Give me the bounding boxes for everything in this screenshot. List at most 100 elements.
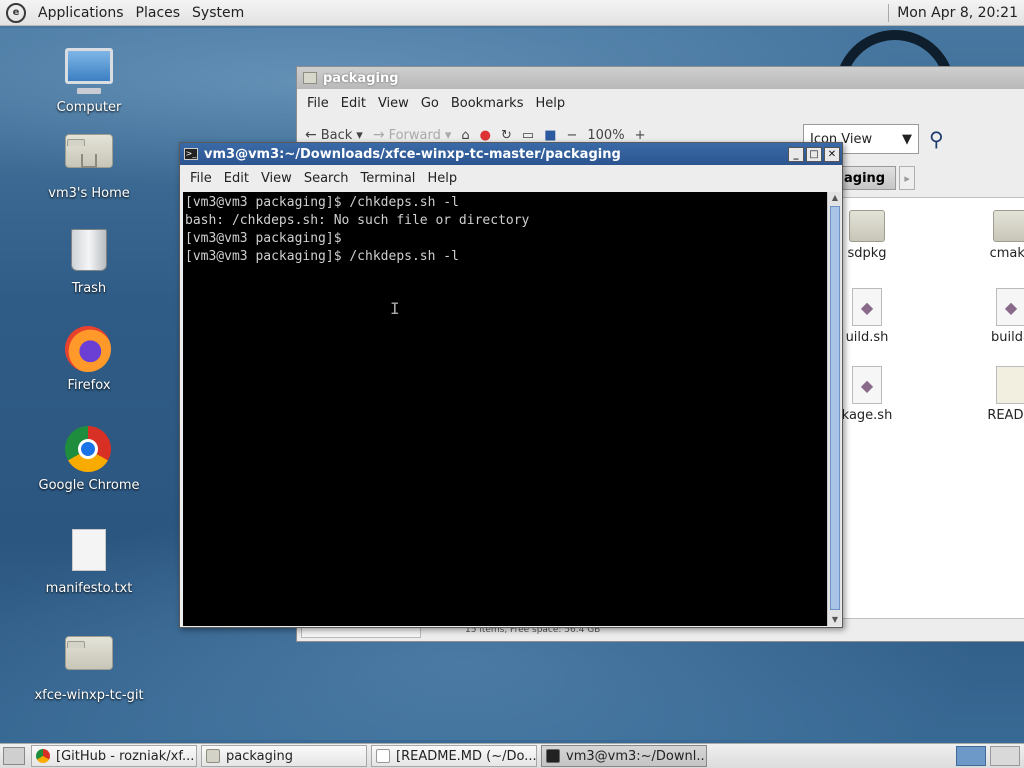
menu-file[interactable]: File (301, 96, 335, 111)
terminal-icon (546, 749, 560, 763)
folder-icon (65, 636, 113, 684)
zoom-out-button[interactable]: − (566, 128, 577, 143)
terminal-menubar: File Edit View Search Terminal Help (180, 165, 842, 191)
reload-button[interactable]: ↻ (501, 128, 512, 143)
desktop-icon-trash[interactable]: Trash (24, 226, 154, 296)
menu-go[interactable]: Go (415, 96, 445, 111)
terminal-titlebar[interactable]: >_ vm3@vm3:~/Downloads/xfce-winxp-tc-mas… (180, 143, 842, 165)
desktop-icon-label: Trash (71, 281, 107, 296)
maximize-button[interactable]: □ (806, 146, 822, 162)
home-folder-icon (65, 134, 113, 182)
menu-places[interactable]: Places (130, 5, 187, 21)
file-manager-menubar: File Edit View Go Bookmarks Help (297, 89, 1024, 117)
window-title: packaging (323, 70, 399, 86)
menu-applications[interactable]: Applications (32, 5, 130, 21)
desktop-icon-label: xfce-winxp-tc-git (34, 688, 144, 703)
folder-button[interactable]: ▭ (522, 128, 534, 143)
desktop-icon-chrome[interactable]: Google Chrome (24, 426, 154, 493)
desktop-icon-label: Google Chrome (38, 478, 140, 493)
menu-view[interactable]: View (255, 171, 298, 186)
taskbar-item-packaging[interactable]: packaging (201, 745, 367, 767)
taskbar-item-readme[interactable]: [README.MD (~/Do... (371, 745, 537, 767)
bottom-panel: [GitHub - rozniak/xf... packaging [READM… (0, 743, 1024, 768)
panel-separator (888, 3, 890, 22)
menu-help[interactable]: Help (421, 171, 463, 186)
text-editor-icon (376, 749, 390, 763)
scroll-up-icon[interactable]: ▲ (828, 192, 842, 204)
menu-view[interactable]: View (372, 96, 415, 111)
stop-icon: ● (479, 127, 491, 143)
back-button[interactable]: ← Back ▾ (305, 127, 363, 143)
top-panel: e Applications Places System Mon Apr 8, … (0, 0, 1024, 26)
script-file-icon: ◆ (852, 366, 882, 404)
menu-terminal[interactable]: Terminal (354, 171, 421, 186)
folder-icon (993, 210, 1024, 242)
show-desktop-button[interactable] (3, 747, 25, 765)
terminal-scrollbar[interactable]: ▲ ▼ (827, 192, 841, 626)
workspace-2[interactable] (990, 746, 1020, 766)
script-file-icon: ◆ (852, 288, 882, 326)
forward-button[interactable]: → Forward ▾ (373, 127, 452, 143)
workspace-1[interactable] (956, 746, 986, 766)
chevron-down-icon[interactable]: ▾ (356, 128, 363, 143)
text-file-icon (65, 529, 113, 577)
menu-edit[interactable]: Edit (218, 171, 255, 186)
clock[interactable]: Mon Apr 8, 20:21 (897, 5, 1018, 21)
scroll-down-icon[interactable]: ▼ (828, 614, 842, 626)
file-item[interactable]: cmake (956, 210, 1024, 261)
home-icon: ⌂ (461, 127, 470, 143)
menu-help[interactable]: Help (529, 96, 571, 111)
close-button[interactable]: ✕ (824, 146, 840, 162)
minimize-button[interactable]: _ (788, 146, 804, 162)
folder-icon (849, 210, 885, 242)
terminal-window[interactable]: >_ vm3@vm3:~/Downloads/xfce-winxp-tc-mas… (179, 142, 843, 628)
chrome-icon (36, 749, 50, 763)
distro-logo-icon[interactable]: e (6, 2, 26, 23)
scrollbar-thumb[interactable] (830, 206, 840, 610)
desktop-icon-firefox[interactable]: Firefox (24, 326, 154, 393)
file-item[interactable]: ◆ builda (956, 288, 1024, 345)
desktop-icon-label: Firefox (67, 378, 111, 393)
desktop-icon-computer[interactable]: Computer (24, 44, 154, 115)
zoom-in-icon: + (634, 127, 646, 143)
taskbar-item-terminal[interactable]: vm3@vm3:~/Downl... (541, 745, 707, 767)
arrow-right-icon: → (372, 127, 385, 143)
chevron-down-icon[interactable]: ▾ (445, 128, 452, 143)
script-file-icon: ◆ (996, 288, 1024, 326)
taskbar-item-chrome[interactable]: [GitHub - rozniak/xf... (31, 745, 197, 767)
menu-file[interactable]: File (184, 171, 218, 186)
path-bar: aging ▸ (833, 165, 916, 191)
computer-button[interactable]: ■ (544, 128, 556, 143)
trash-icon (65, 229, 113, 277)
zoom-out-icon: − (566, 127, 578, 143)
menu-edit[interactable]: Edit (335, 96, 372, 111)
computer-icon: ■ (544, 127, 557, 143)
menu-bookmarks[interactable]: Bookmarks (445, 96, 530, 111)
terminal-line: [vm3@vm3 packaging]$ (185, 231, 342, 246)
menu-system[interactable]: System (186, 5, 250, 21)
terminal-output[interactable]: [vm3@vm3 packaging]$ /chkdeps.sh -l bash… (183, 192, 827, 626)
zoom-in-button[interactable]: + (635, 128, 646, 143)
search-icon[interactable]: ⚲ (929, 127, 953, 151)
menu-search[interactable]: Search (298, 171, 355, 186)
terminal-icon: >_ (184, 148, 198, 160)
terminal-line: bash: /chkdeps.sh: No such file or direc… (185, 213, 530, 228)
arrow-left-icon: ← (305, 127, 317, 143)
firefox-icon (65, 326, 113, 374)
desktop-icon-label: manifesto.txt (45, 581, 133, 596)
home-button[interactable]: ⌂ (461, 128, 469, 143)
zoom-level: 100% (587, 127, 625, 143)
chevron-right-icon[interactable]: ▸ (899, 166, 916, 190)
desktop-icon-home[interactable]: vm3's Home (24, 124, 154, 201)
stop-button[interactable]: ● (480, 128, 491, 143)
reload-icon: ↻ (500, 127, 512, 143)
chevron-down-icon: ▼ (902, 131, 912, 147)
file-manager-titlebar[interactable]: packaging (297, 67, 1024, 89)
desktop-icon-manifesto[interactable]: manifesto.txt (24, 526, 154, 596)
desktop-icon-xfce-folder[interactable]: xfce-winxp-tc-git (24, 626, 154, 703)
folder-icon (303, 72, 317, 84)
file-item[interactable]: READM (956, 366, 1024, 423)
computer-icon (65, 48, 113, 96)
desktop-icon-label: Computer (56, 100, 122, 115)
folder-icon (206, 749, 220, 763)
